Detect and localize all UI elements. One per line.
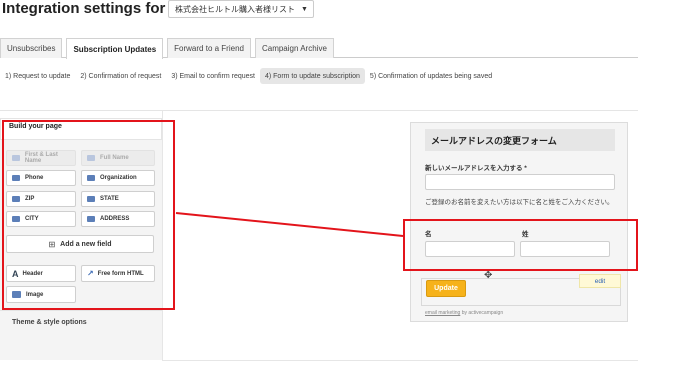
page: Integration settings for list 株式会社ヒルトル購入… xyxy=(0,0,676,380)
highlight-connector-line xyxy=(175,212,404,237)
